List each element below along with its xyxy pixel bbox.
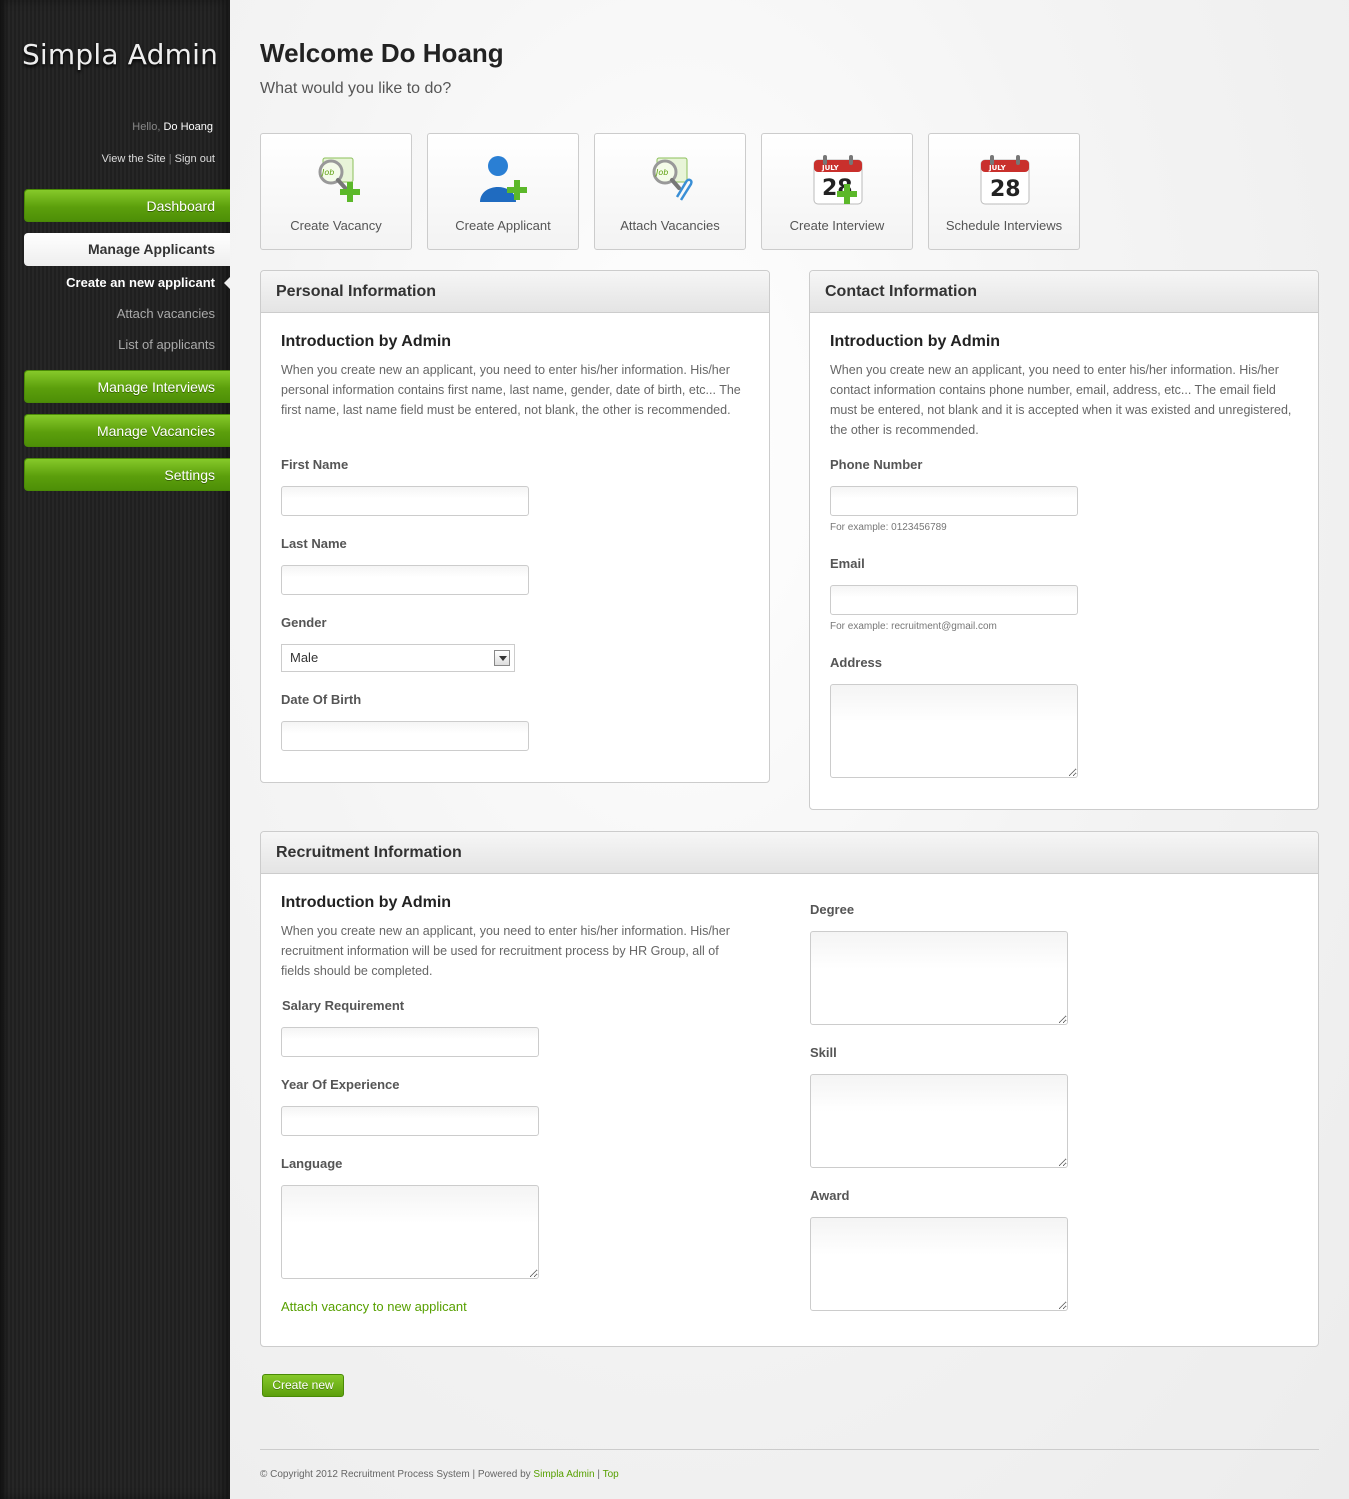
intro-title: Introduction by Admin [830, 333, 1001, 350]
gender-select[interactable]: Male [281, 644, 515, 672]
language-label: Language [281, 1156, 343, 1171]
profile-greeting: Hello, Do Hoang [132, 121, 213, 133]
sign-out-link[interactable]: Sign out [175, 153, 215, 165]
contact-info-panel: Contact Information Introduction by Admi… [809, 270, 1319, 810]
address-label: Address [830, 655, 883, 670]
nav-settings[interactable]: Settings [24, 458, 230, 491]
shortcut-label: Create Applicant [455, 218, 551, 233]
job-attach-icon: Job [652, 157, 693, 201]
nav-sub-attach-vacancies[interactable]: Attach vacancies [117, 306, 215, 321]
sidebar: Simpla Admin Hello, Do Hoang View the Si… [0, 0, 230, 1499]
last-name-input[interactable] [281, 565, 529, 595]
first-name-label: First Name [281, 457, 349, 472]
copyright-text: © Copyright 2012 Recruitment Process Sys… [260, 1469, 531, 1480]
address-textarea[interactable] [830, 684, 1078, 778]
last-name-label: Last Name [281, 536, 347, 551]
intro-title: Introduction by Admin [281, 333, 452, 350]
chevron-down-icon[interactable] [494, 650, 510, 666]
intro-title: Introduction by Admin [281, 894, 452, 911]
degree-textarea[interactable] [810, 931, 1068, 1025]
user-name[interactable]: Do Hoang [163, 121, 213, 133]
main-content: Welcome Do Hoang What would you like to … [230, 0, 1349, 1499]
gender-value: Male [290, 650, 319, 665]
nav-manage-interviews[interactable]: Manage Interviews [24, 370, 230, 403]
svg-text:JULY: JULY [821, 164, 840, 172]
shortcut-attach-vacancies[interactable]: Job Attach Vacancies [594, 133, 746, 250]
create-new-button[interactable]: Create new [262, 1374, 344, 1397]
email-hint: For example: recruitment@gmail.com [830, 621, 997, 632]
powered-by-link[interactable]: Simpla Admin [533, 1469, 594, 1480]
hello-text: Hello, [132, 121, 161, 133]
experience-label: Year Of Experience [281, 1077, 400, 1092]
award-label: Award [810, 1188, 850, 1203]
nav-sub-create-applicant[interactable]: Create an new applicant [66, 275, 215, 290]
svg-text:JULY: JULY [988, 164, 1007, 172]
footer-divider [260, 1449, 1319, 1450]
footer: © Copyright 2012 Recruitment Process Sys… [260, 1469, 619, 1480]
panel-title: Contact Information [810, 271, 1318, 313]
salary-input[interactable] [281, 1027, 539, 1057]
link-separator: | [168, 153, 172, 165]
dob-input[interactable] [281, 721, 529, 751]
attach-vacancy-link[interactable]: Attach vacancy to new applicant [281, 1299, 467, 1314]
shortcut-create-vacancy[interactable]: Job Create Vacancy [260, 133, 412, 250]
phone-hint: For example: 0123456789 [830, 522, 947, 533]
phone-label: Phone Number [830, 457, 923, 472]
footer-separator: | [597, 1469, 600, 1480]
top-link[interactable]: Top [603, 1469, 619, 1480]
shortcut-label: Create Interview [789, 218, 885, 233]
user-add-icon [480, 156, 527, 202]
phone-input[interactable] [830, 486, 1078, 516]
profile-links: View the Site | Sign out [102, 153, 215, 165]
dob-label: Date Of Birth [281, 692, 362, 707]
nav-sub-list-applicants[interactable]: List of applicants [118, 337, 215, 352]
first-name-input[interactable] [281, 486, 529, 516]
app-logo[interactable]: Simpla Admin [0, 38, 240, 71]
shortcut-schedule-interviews[interactable]: JULY 28 Schedule Interviews [928, 133, 1080, 250]
degree-label: Degree [810, 902, 855, 917]
shortcut-label: Schedule Interviews [945, 218, 1063, 233]
svg-text:Job: Job [320, 168, 334, 177]
nav-manage-vacancies[interactable]: Manage Vacancies [24, 414, 230, 447]
job-search-add-icon: Job [318, 157, 360, 202]
panel-title: Personal Information [261, 271, 769, 313]
nav-manage-applicants[interactable]: Manage Applicants [24, 233, 230, 266]
skill-textarea[interactable] [810, 1074, 1068, 1168]
personal-info-panel: Personal Information Introduction by Adm… [260, 270, 770, 783]
intro-text: When you create new an applicant, you ne… [281, 363, 741, 417]
view-site-link[interactable]: View the Site [102, 153, 166, 165]
email-input[interactable] [830, 585, 1078, 615]
nav-dashboard[interactable]: Dashboard [24, 189, 230, 222]
skill-label: Skill [810, 1045, 837, 1060]
svg-text:28: 28 [990, 177, 1021, 202]
svg-text:Job: Job [654, 168, 668, 177]
shortcut-create-interview[interactable]: JULY 28 Create Interview [761, 133, 913, 250]
recruitment-info-panel: Recruitment Information Introduction by … [260, 831, 1319, 1347]
email-label: Email [830, 556, 865, 571]
panel-title: Recruitment Information [261, 832, 1318, 874]
calendar-add-icon: JULY 28 [813, 155, 863, 205]
page-title: Welcome Do Hoang [260, 38, 504, 68]
intro-text: When you create new an applicant, you ne… [281, 924, 730, 978]
calendar-icon: JULY 28 [980, 155, 1030, 205]
experience-input[interactable] [281, 1106, 539, 1136]
shortcut-label: Attach Vacancies [620, 218, 720, 233]
salary-label: Salary Requirement [282, 998, 405, 1013]
shortcut-create-applicant[interactable]: Create Applicant [427, 133, 579, 250]
shortcut-label: Create Vacancy [290, 218, 382, 233]
language-textarea[interactable] [281, 1185, 539, 1279]
award-textarea[interactable] [810, 1217, 1068, 1311]
page-subtitle: What would you like to do? [260, 80, 452, 97]
gender-label: Gender [281, 615, 327, 630]
intro-text: When you create new an applicant, you ne… [830, 363, 1292, 437]
